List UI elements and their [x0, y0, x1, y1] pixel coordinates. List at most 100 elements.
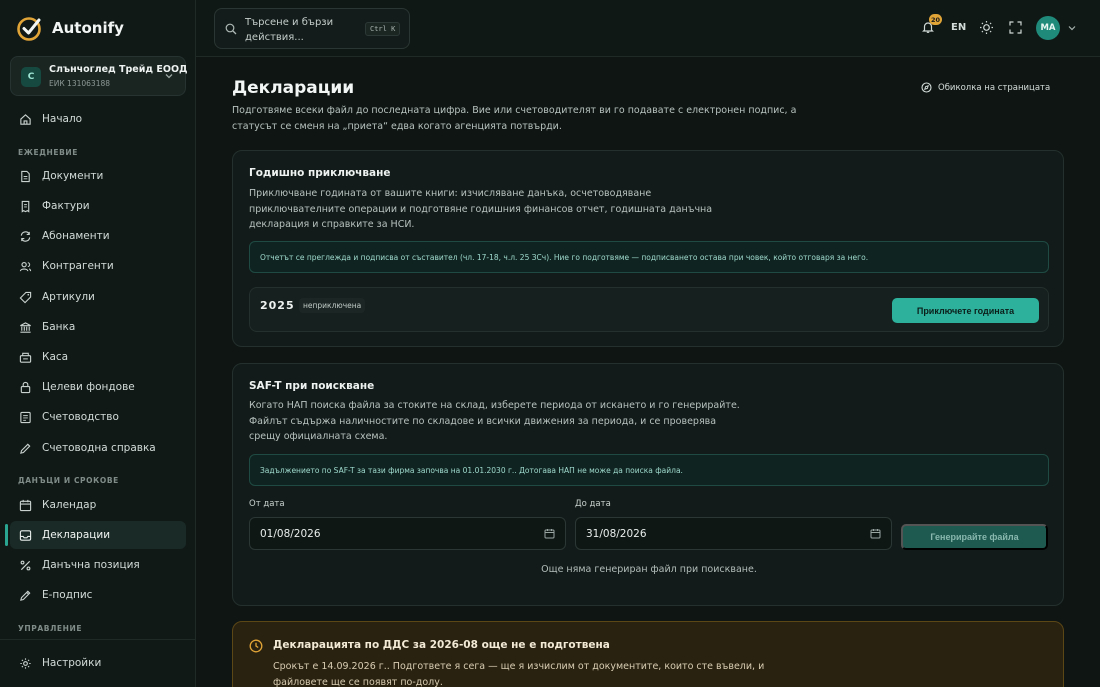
card-title: Годишно приключване — [249, 167, 391, 179]
sidebar-divider — [0, 639, 196, 640]
alert-text: Срокът е 14.09.2026 г.. Подгответе я сег… — [273, 661, 765, 687]
company-avatar: С — [21, 67, 41, 87]
vat-warning-alert: Декларацията по ДДС за 2026-08 още не е … — [232, 621, 1064, 687]
info-note: Отчетът се преглежда и подписва от съста… — [249, 241, 1049, 273]
sidebar-item-label: Счетоводна справка — [42, 442, 156, 454]
home-icon — [20, 113, 31, 125]
sidebar-item-documents[interactable]: Документи — [10, 162, 186, 190]
brand[interactable]: Autonify — [16, 14, 124, 42]
lock-icon — [20, 381, 31, 393]
language-toggle[interactable]: EN — [951, 22, 966, 33]
company-switcher[interactable]: С Слънчоглед Трейд ЕООД ЕИК 131063188 — [10, 56, 188, 96]
sidebar-item-accounting-report[interactable]: Счетоводна справка — [10, 434, 186, 462]
alert-title: Декларацията по ДДС за 2026-08 още не е … — [273, 639, 610, 651]
nav-section-manage: УПРАВЛЕНИЕ — [18, 624, 83, 633]
compass-icon — [921, 82, 932, 93]
from-date-input[interactable]: 01/08/2026 — [249, 517, 566, 550]
sidebar-item-settings[interactable]: Настройки — [10, 649, 186, 677]
nav-section-daily: ЕЖЕДНЕВИЕ — [18, 148, 79, 157]
cash-register-icon — [19, 352, 32, 363]
to-date-value: 31/08/2026 — [586, 527, 647, 540]
sidebar-item-bank[interactable]: Банка — [10, 313, 186, 341]
info-note: Задължението по SAF-T за тази фирма запо… — [249, 454, 1049, 486]
card-description: Приключване годината от вашите книги: из… — [249, 188, 713, 230]
sidebar-item-label: Документи — [42, 170, 104, 182]
sidebar-item-articles[interactable]: Артикули — [10, 283, 186, 311]
year-label: 2025 — [260, 299, 295, 312]
calendar-icon[interactable] — [544, 528, 555, 539]
from-date-value: 01/08/2026 — [260, 527, 321, 540]
search-input[interactable]: Търсене и бързи действия... Ctrl K — [214, 8, 410, 49]
search-icon — [225, 23, 237, 35]
status-badge: неприключена — [299, 298, 366, 313]
sidebar-item-label: Фактури — [42, 200, 90, 212]
sun-icon[interactable] — [979, 20, 994, 35]
page-description: Подготвяме всеки файл до последната цифр… — [232, 105, 797, 132]
page-title: Декларации — [232, 78, 355, 98]
brand-name: Autonify — [52, 19, 124, 37]
page-tour-link[interactable]: Обиколка на страницата — [921, 82, 1050, 93]
sidebar-item-label: Артикули — [42, 291, 95, 303]
user-avatar[interactable]: МА — [1036, 16, 1060, 40]
to-date-label: До дата — [575, 499, 611, 509]
signature-pen-icon — [20, 590, 31, 601]
sidebar-item-accounting[interactable]: Счетоводство — [10, 403, 186, 431]
users-icon — [19, 261, 32, 271]
empty-state-text: Още няма генериран файл при поискване. — [541, 564, 757, 575]
repeat-icon — [20, 230, 31, 242]
chevron-down-icon — [165, 74, 173, 79]
inbox-icon — [19, 529, 32, 541]
sidebar-item-calendar[interactable]: Календар — [10, 491, 186, 519]
search-placeholder: Търсене и бързи действия... — [245, 17, 334, 43]
card-description: Когато НАП поиска файла за стоките на ск… — [249, 400, 740, 442]
sidebar-item-label: Данъчна позиция — [42, 559, 140, 571]
card-title: SAF-T при поискване — [249, 380, 375, 392]
sidebar-item-label: Начало — [42, 113, 83, 125]
chevron-down-icon[interactable] — [1067, 23, 1077, 33]
clock-icon — [249, 639, 263, 653]
sidebar-item-esign[interactable]: Е-подпис — [10, 581, 186, 609]
ledger-icon — [20, 411, 31, 423]
generate-file-button[interactable]: Генерирайте файла — [901, 524, 1048, 550]
saft-card: SAF-T при поискване Когато НАП поиска фа… — [232, 363, 1064, 606]
from-date-label: От дата — [249, 499, 285, 509]
sidebar-item-label: Контрагенти — [42, 260, 114, 272]
sidebar-item-label: Счетоводство — [42, 411, 119, 423]
calendar-icon[interactable] — [870, 528, 881, 539]
to-date-input[interactable]: 31/08/2026 — [575, 517, 892, 550]
sidebar-item-label: Абонаменти — [42, 230, 110, 242]
calendar-icon — [19, 499, 32, 511]
sidebar-item-label: Календар — [42, 499, 97, 511]
document-icon — [21, 170, 30, 182]
nav-section-taxes: ДАНЪЦИ И СРОКОВЕ — [18, 476, 119, 485]
sidebar-item-label: Декларации — [42, 529, 111, 541]
close-year-button[interactable]: Приключете годината — [892, 298, 1039, 323]
active-indicator — [5, 524, 8, 546]
shortcut-hint: Ctrl K — [365, 22, 401, 36]
tag-icon — [19, 291, 32, 303]
sidebar-item-label: Е-подпис — [42, 589, 93, 601]
sidebar-item-tax-position[interactable]: Данъчна позиция — [10, 551, 186, 579]
sidebar-item-contractors[interactable]: Контрагенти — [10, 252, 186, 280]
fullscreen-icon[interactable] — [1009, 21, 1022, 34]
sidebar-item-cash[interactable]: Каса — [10, 343, 186, 371]
sidebar-item-invoices[interactable]: Фактури — [10, 192, 186, 220]
receipt-icon — [21, 200, 30, 213]
pen-icon — [20, 443, 31, 454]
gear-icon — [20, 657, 31, 669]
bank-icon — [20, 321, 31, 333]
year-row: 2025 неприключена Приключете годината — [249, 287, 1049, 332]
sidebar-item-home[interactable]: Начало — [10, 105, 186, 133]
sidebar-item-label: Целеви фондове — [42, 381, 135, 393]
sidebar-item-subscriptions[interactable]: Абонаменти — [10, 222, 186, 250]
sidebar-item-label: Настройки — [42, 657, 102, 669]
percent-icon — [20, 560, 31, 570]
sidebar-item-label: Банка — [42, 321, 76, 333]
sidebar: Autonify С Слънчоглед Трейд ЕООД ЕИК 131… — [0, 0, 196, 687]
tour-label: Обиколка на страницата — [938, 82, 1051, 93]
notification-badge: 20 — [929, 14, 943, 25]
company-id: ЕИК 131063188 — [49, 79, 111, 88]
sidebar-item-funds[interactable]: Целеви фондове — [10, 373, 186, 401]
sidebar-item-declarations[interactable]: Декларации — [10, 521, 186, 549]
logo-icon — [17, 17, 41, 41]
